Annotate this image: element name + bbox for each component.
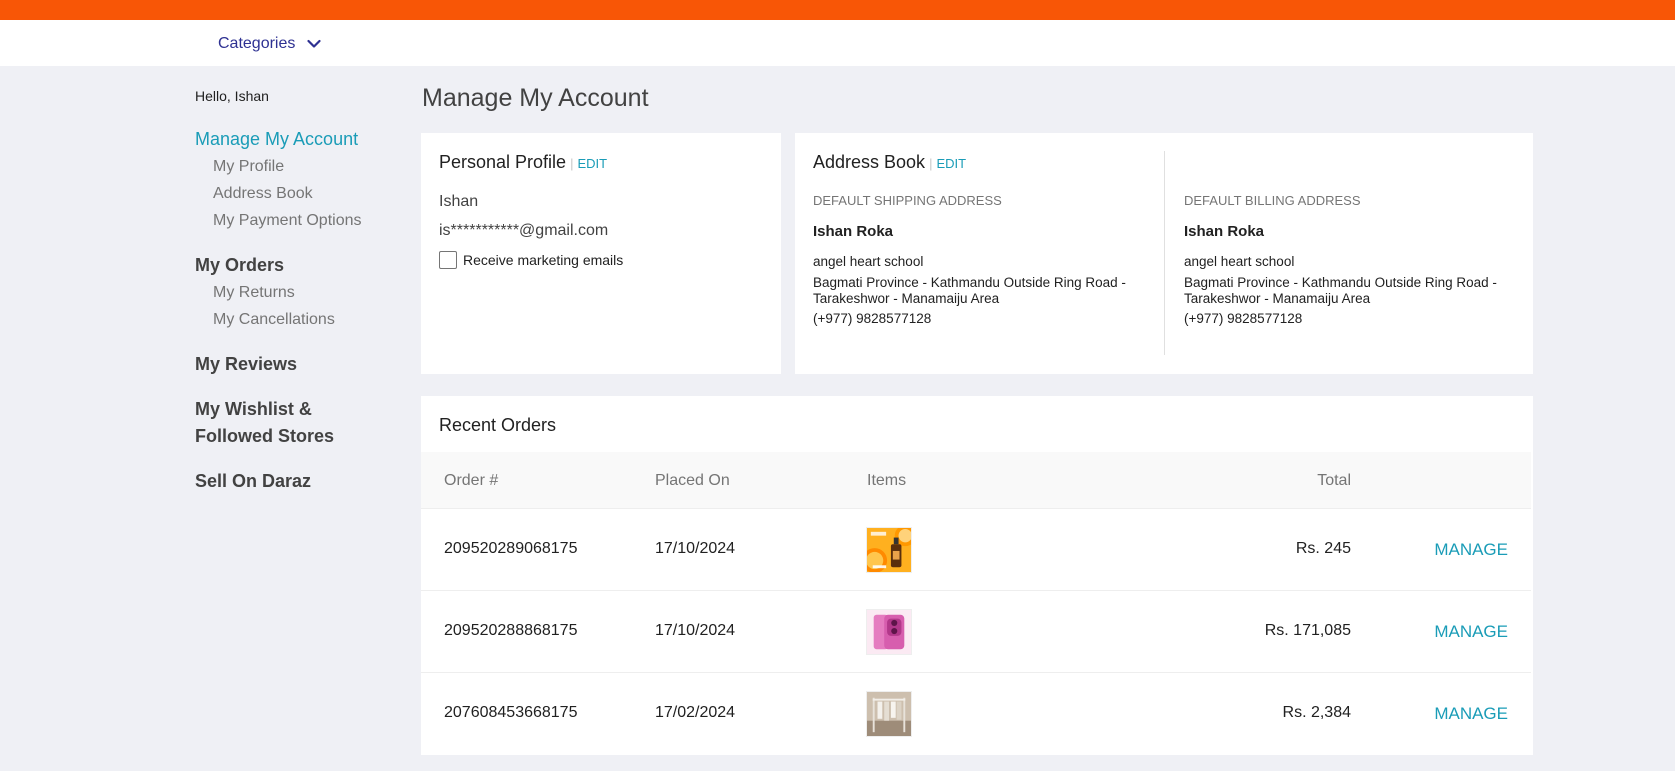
table-row: 209520289068175 17/10/2024 Rs. 245 MANAG…	[421, 508, 1531, 590]
categories-label: Categories	[218, 35, 296, 52]
shipping-address-label: DEFAULT SHIPPING ADDRESS	[813, 193, 1002, 208]
sidebar-address-book[interactable]: Address Book	[213, 185, 313, 203]
serum-bottle-thumbnail[interactable]	[866, 527, 912, 573]
orders-table-header: Order # Placed On Items Total	[421, 452, 1531, 508]
manage-order-button[interactable]: MANAGE	[1434, 540, 1508, 560]
personal-profile-title: Personal Profile	[439, 152, 567, 172]
order-total: Rs. 171,085	[1264, 622, 1351, 639]
recent-orders-title: Recent Orders	[439, 415, 557, 435]
billing-phone: (+977) 9828577128	[1184, 311, 1303, 326]
order-date: 17/10/2024	[655, 622, 736, 639]
billing-line2: Bagmati Province - Kathmandu Outside Rin…	[1184, 275, 1497, 290]
address-book-card: Address Book | EDIT DEFAULT SHIPPING ADDRE…	[795, 133, 1533, 374]
column-order-number: Order #	[444, 472, 499, 489]
marketing-emails-checkbox[interactable]	[439, 251, 457, 269]
profile-email: is***********@gmail.com	[439, 222, 609, 239]
table-row: 209520288868175 17/10/2024 Rs. 171,085 M…	[421, 590, 1531, 672]
page-title: Manage My Account	[422, 84, 649, 112]
shipping-phone: (+977) 9828577128	[813, 311, 932, 326]
personal-profile-card: Personal Profile | EDIT Ishan is**********…	[421, 133, 781, 374]
shipping-name: Ishan Roka	[813, 223, 894, 240]
edit-address-link[interactable]: EDIT	[936, 156, 966, 171]
profile-name: Ishan	[439, 193, 479, 210]
sidebar-my-orders[interactable]: My Orders	[195, 252, 284, 279]
manage-order-button[interactable]: MANAGE	[1434, 622, 1508, 642]
billing-line1: angel heart school	[1184, 254, 1295, 269]
greeting: Hello, Ishan	[195, 88, 269, 104]
pink-phone-thumbnail[interactable]	[866, 609, 912, 655]
sidebar-wishlist-line1: My Wishlist &	[195, 399, 312, 419]
edit-profile-link[interactable]: EDIT	[577, 156, 607, 171]
marketing-emails-option[interactable]: Receive marketing emails	[439, 251, 623, 269]
table-row: 207608453668175 17/02/2024 Rs. 2,384 MAN…	[421, 672, 1531, 754]
recent-orders-card: Recent Orders Order # Placed On Items To…	[421, 396, 1533, 755]
title-separator: |	[929, 156, 933, 171]
order-total: Rs. 2,384	[1282, 704, 1351, 721]
manage-order-button[interactable]: MANAGE	[1434, 704, 1508, 724]
column-items: Items	[867, 472, 907, 489]
marketing-emails-label: Receive marketing emails	[463, 252, 624, 268]
categories-menu[interactable]: Categories	[218, 35, 321, 53]
order-number: 209520289068175	[444, 540, 578, 557]
sidebar-my-profile[interactable]: My Profile	[213, 158, 284, 176]
nav-bar: Categories	[0, 20, 1675, 66]
order-total: Rs. 245	[1295, 540, 1351, 557]
billing-address-label: DEFAULT BILLING ADDRESS	[1184, 193, 1361, 208]
shipping-line3: Tarakeshwor - Manamaiju Area	[813, 291, 1000, 306]
column-placed-on: Placed On	[655, 472, 730, 489]
order-number: 207608453668175	[444, 704, 578, 721]
sidebar-wishlist-line2: Followed Stores	[195, 426, 335, 446]
billing-name: Ishan Roka	[1184, 223, 1265, 240]
clothes-rack-thumbnail[interactable]	[866, 691, 912, 737]
sidebar-my-cancellations[interactable]: My Cancellations	[213, 311, 335, 329]
sidebar-wishlist[interactable]: My Wishlist & Followed Stores	[195, 396, 334, 450]
address-divider	[1164, 151, 1165, 355]
address-book-header: Address Book | EDIT	[813, 152, 966, 173]
sidebar-manage-account[interactable]: Manage My Account	[195, 126, 358, 153]
column-total: Total	[1317, 472, 1351, 489]
top-brand-bar	[0, 0, 1675, 20]
sidebar-my-reviews[interactable]: My Reviews	[195, 351, 297, 378]
billing-line3: Tarakeshwor - Manamaiju Area	[1184, 291, 1371, 306]
shipping-line2: Bagmati Province - Kathmandu Outside Rin…	[813, 275, 1126, 290]
chevron-down-icon	[307, 39, 321, 48]
sidebar-sell-on-daraz[interactable]: Sell On Daraz	[195, 468, 311, 495]
order-date: 17/02/2024	[655, 704, 736, 721]
address-book-title: Address Book	[813, 152, 926, 172]
title-separator: |	[570, 156, 574, 171]
order-number: 209520288868175	[444, 622, 578, 639]
shipping-line1: angel heart school	[813, 254, 924, 269]
personal-profile-header: Personal Profile | EDIT	[439, 152, 607, 173]
order-date: 17/10/2024	[655, 540, 736, 557]
sidebar-my-returns[interactable]: My Returns	[213, 284, 295, 302]
sidebar-payment-options[interactable]: My Payment Options	[213, 212, 362, 230]
